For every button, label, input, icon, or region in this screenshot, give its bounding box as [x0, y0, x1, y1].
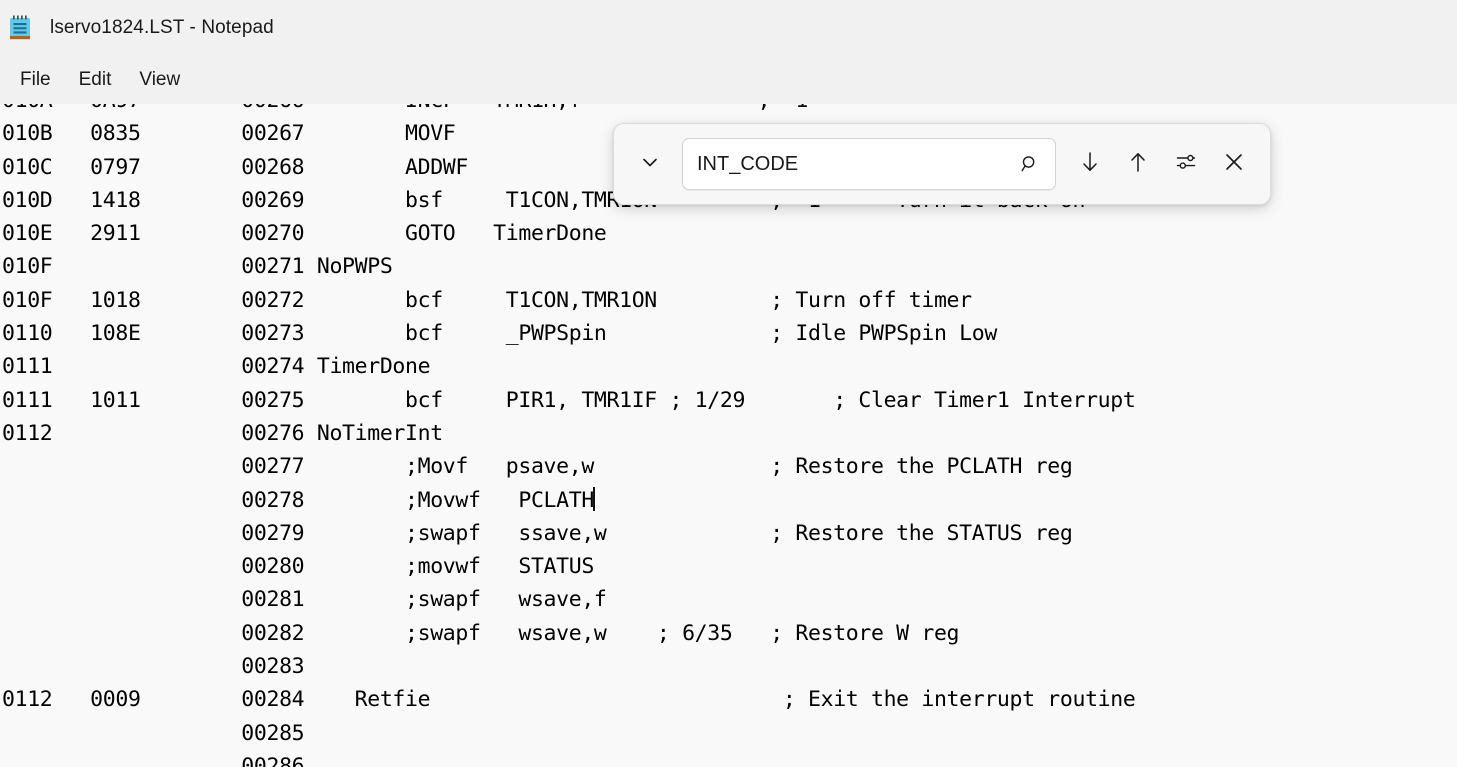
code-line: 00286 — [2, 754, 304, 767]
menu-item-file[interactable]: File — [6, 63, 65, 97]
close-icon — [1222, 150, 1246, 179]
find-options-button[interactable] — [1162, 140, 1210, 188]
chevron-down-icon — [639, 151, 661, 178]
notepad-icon — [8, 15, 32, 41]
code-line: 0112 0009 00284 Retfie ; Exit the interr… — [2, 687, 1135, 712]
find-bar — [613, 123, 1271, 205]
search-input[interactable] — [697, 153, 1019, 176]
menu-item-view[interactable]: View — [125, 63, 194, 97]
code-line: 00280 ;movwf STATUS — [2, 554, 594, 579]
code-line: 0110 108E 00273 bcf _PWPSpin ; Idle PWPS… — [2, 321, 997, 346]
code-line: 00283 — [2, 654, 304, 679]
search-icon — [1019, 153, 1041, 175]
code-line: 00278 ;Movwf PCLATH — [2, 488, 594, 513]
title-bar: lservo1824.LST - Notepad — [0, 0, 1457, 56]
search-box[interactable] — [682, 138, 1056, 190]
code-line: 00279 ;swapf ssave,w ; Restore the STATU… — [2, 521, 1073, 546]
code-line: 010C 0797 00268 ADDWF — [2, 155, 468, 180]
expand-replace-button[interactable] — [626, 140, 674, 188]
close-find-button[interactable] — [1210, 140, 1258, 188]
code-line: 010F 1018 00272 bcf T1CON,TMR1ON ; Turn … — [2, 288, 972, 313]
sliders-icon — [1173, 149, 1199, 180]
code-line: 010B 0835 00267 MOVF — [2, 121, 455, 146]
find-previous-button[interactable] — [1114, 140, 1162, 188]
code-line: 0112 00276 NoTimerInt — [2, 421, 443, 446]
code-line: 00277 ;Movf psave,w ; Restore the PCLATH… — [2, 454, 1073, 479]
menu-item-edit[interactable]: Edit — [65, 63, 126, 97]
code-line: 0111 1011 00275 bcf PIR1, TMR1IF ; 1/29 … — [2, 388, 1135, 413]
menu-bar: File Edit View — [0, 56, 1457, 104]
text-caret — [593, 487, 595, 511]
find-next-button[interactable] — [1066, 140, 1114, 188]
code-line: 00282 ;swapf wsave,w ; 6/35 ; Restore W … — [2, 621, 959, 646]
arrow-up-icon — [1125, 149, 1151, 180]
code-line: 010E 2911 00270 GOTO TimerDone — [2, 221, 607, 246]
code-line: 010A 0A97 00266 INCF TMR1H,f ; 1 — [2, 104, 808, 113]
arrow-down-icon — [1077, 149, 1103, 180]
code-line: 010F 00271 NoPWPS — [2, 254, 392, 279]
code-line: 0111 00274 TimerDone — [2, 354, 430, 379]
code-line: 00281 ;swapf wsave,f — [2, 587, 607, 612]
code-line: 00285 — [2, 721, 304, 746]
window-title: lservo1824.LST - Notepad — [50, 17, 274, 39]
